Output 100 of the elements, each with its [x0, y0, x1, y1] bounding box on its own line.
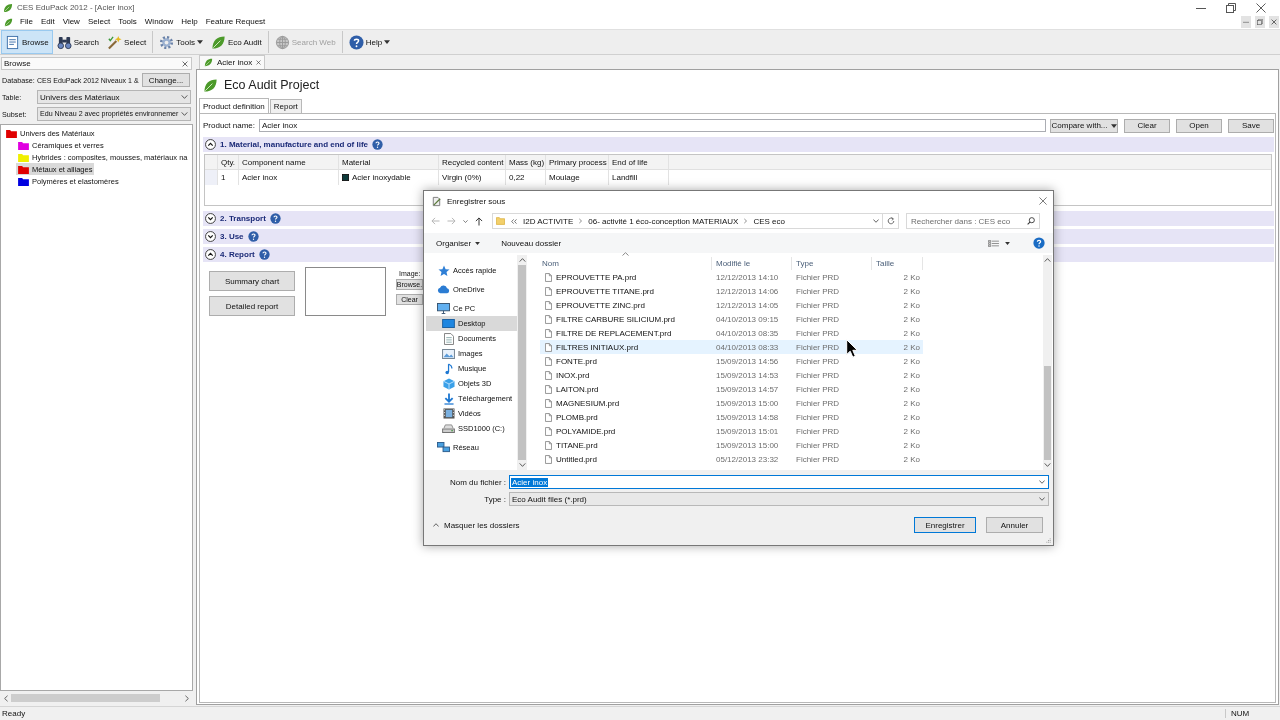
chevron-down-icon[interactable]: [873, 219, 879, 223]
toolbar-button[interactable]: Search: [52, 30, 104, 54]
close-icon[interactable]: [1039, 197, 1047, 205]
scrollbar-thumb[interactable]: [11, 694, 160, 702]
dialog-button[interactable]: Annuler: [986, 517, 1043, 533]
menu-item[interactable]: File: [16, 16, 37, 28]
toolbar-button[interactable]: Select: [103, 30, 151, 54]
file-row[interactable]: MAGNESIUM.prd 15/09/2013 15:00 Fichier PRD 2 Ko: [540, 396, 923, 410]
menu-item[interactable]: Select: [83, 16, 115, 28]
wand-icon: [107, 34, 123, 50]
table-select[interactable]: Univers des Matériaux: [37, 90, 191, 104]
toolbar-button[interactable]: Eco Audit: [206, 30, 266, 54]
caret-icon[interactable]: [1005, 241, 1010, 245]
scrollbar[interactable]: [517, 255, 527, 470]
scrollbar-thumb[interactable]: [518, 265, 526, 460]
file-type-select[interactable]: Eco Audit files (*.prd): [509, 492, 1049, 506]
toolbar-button[interactable]: Organiser: [436, 238, 481, 248]
file-type: Fichier PRD: [796, 356, 840, 366]
menu-item[interactable]: Edit: [36, 16, 59, 28]
file-size: 2 Ko: [903, 426, 920, 436]
column-header[interactable]: Component name: [242, 157, 306, 167]
change-button[interactable]: Change...: [142, 73, 190, 87]
tab[interactable]: Product definition: [199, 98, 269, 113]
file-size: 2 Ko: [903, 342, 920, 352]
column-header[interactable]: Primary process: [549, 157, 607, 167]
scrollbar-thumb[interactable]: [1044, 366, 1051, 460]
file-row[interactable]: EPROUVETTE TITANE.prd 12/12/2013 14:06 Fichier PRD 2 Ko: [540, 284, 923, 298]
report-button[interactable]: Summary chart: [209, 271, 295, 291]
column-header[interactable]: Qty.: [221, 157, 236, 167]
close-icon[interactable]: [256, 60, 262, 65]
menu-item[interactable]: View: [58, 16, 84, 28]
file-row[interactable]: LAITON.prd 15/09/2013 14:57 Fichier PRD 2 Ko: [540, 382, 923, 396]
filename-field[interactable]: Acier inox: [509, 475, 1049, 489]
table-cell: Virgin (0%): [442, 173, 482, 182]
restore-icon: [1257, 19, 1263, 25]
column-header[interactable]: Material: [342, 157, 371, 167]
help-icon[interactable]: [247, 231, 259, 242]
hide-folders-button[interactable]: Masquer les dossiers: [433, 520, 520, 530]
minimize-button[interactable]: [1241, 16, 1251, 28]
file-row[interactable]: TITANE.prd 15/09/2013 15:00 Fichier PRD 2 Ko: [540, 438, 923, 452]
column-header[interactable]: Mass (kg): [509, 157, 545, 167]
column-header[interactable]: Taille: [876, 259, 895, 268]
toolbar-button[interactable]: Help: [344, 30, 395, 54]
help-icon[interactable]: [269, 213, 281, 224]
file-row[interactable]: FILTRE CARBURE SILICIUM.prd 04/10/2013 09:15 Fichier PRD 2 Ko: [540, 312, 923, 326]
refresh-button[interactable]: [883, 213, 899, 229]
menu-item[interactable]: Feature Request: [201, 16, 270, 28]
file-row[interactable]: INOX.prd 15/09/2013 14:53 Fichier PRD 2 Ko: [540, 368, 923, 382]
menu-item[interactable]: Window: [140, 16, 178, 28]
product-name-field[interactable]: Acier inox: [259, 119, 1046, 132]
column-header[interactable]: Nom: [542, 259, 559, 268]
search-field[interactable]: Rechercher dans : CES eco: [906, 213, 1040, 229]
details-view-icon[interactable]: [988, 239, 999, 247]
breadcrumb-item[interactable]: 06- activité 1 éco-conception MATERIAUX: [588, 216, 739, 226]
file-row[interactable]: FILTRE DE REPLACEMENT.prd 04/10/2013 08:35 Fichier PRD 2 Ko: [540, 326, 923, 340]
breadcrumb-item[interactable]: CES eco: [753, 216, 785, 226]
report-button[interactable]: Detailed report: [209, 296, 295, 316]
compare-button[interactable]: Compare with...: [1050, 118, 1118, 133]
close-icon[interactable]: [182, 60, 188, 67]
color-swatch-icon: [342, 174, 349, 181]
file-name: Untitled.prd: [556, 454, 597, 464]
document-tab[interactable]: Acier inox: [199, 55, 266, 69]
help-icon[interactable]: [258, 249, 270, 260]
toolbar-button[interactable]: Tools: [155, 30, 207, 54]
chevron-down-icon[interactable]: [1039, 480, 1045, 484]
toolbar-button[interactable]: Browse: [1, 30, 53, 54]
section-header[interactable]: 1. Material, manufacture and end of life: [203, 137, 1274, 152]
close-button[interactable]: [1269, 16, 1279, 28]
column-header[interactable]: End of life: [612, 157, 648, 167]
dialog-button[interactable]: Enregistrer: [914, 517, 976, 533]
file-row[interactable]: FILTRES INITIAUX.prd 04/10/2013 08:33 Fichier PRD 2 Ko: [540, 340, 923, 354]
arrow-up-icon[interactable]: [475, 216, 483, 226]
restore-icon[interactable]: [1226, 2, 1236, 13]
file-type: Fichier PRD: [796, 440, 840, 450]
chevron-right-icon: [579, 218, 583, 224]
column-header[interactable]: Recycled content: [442, 157, 504, 167]
restore-button[interactable]: [1255, 16, 1265, 28]
breadcrumb-item[interactable]: I2D ACTIVITE: [523, 216, 574, 226]
action-button[interactable]: Open: [1176, 118, 1222, 133]
address-bar[interactable]: I2D ACTIVITE 06- activité 1 éco-conception MATERIAUX CES eco: [492, 213, 883, 229]
file-type: Fichier PRD: [796, 342, 840, 352]
file-row[interactable]: EPROUVETTE PA.prd 12/12/2013 14:10 Fichier PRD 2 Ko: [540, 270, 923, 284]
close-icon[interactable]: [1256, 2, 1266, 13]
menu-item[interactable]: Help: [177, 16, 202, 28]
help-icon[interactable]: [1033, 237, 1045, 249]
file-row[interactable]: PLOMB.prd 15/09/2013 14:58 Fichier PRD 2 Ko: [540, 410, 923, 424]
file-row[interactable]: POLYAMIDE.prd 15/09/2013 15:01 Fichier PRD 2 Ko: [540, 424, 923, 438]
menu-item[interactable]: Tools: [114, 16, 141, 28]
action-button[interactable]: Clear: [1124, 118, 1170, 133]
column-header[interactable]: Modifié le: [716, 259, 751, 268]
toolbar-button[interactable]: Nouveau dossier: [501, 238, 562, 248]
scrollbar[interactable]: [1043, 255, 1052, 470]
file-row[interactable]: EPROUVETTE ZINC.prd 12/12/2013 14:05 Fichier PRD 2 Ko: [540, 298, 923, 312]
file-row[interactable]: Untitled.prd 05/12/2013 23:32 Fichier PRD 2 Ko: [540, 452, 923, 466]
action-button[interactable]: Save: [1228, 118, 1274, 133]
column-header[interactable]: Type: [796, 259, 814, 268]
help-icon[interactable]: [372, 139, 384, 150]
tab[interactable]: Report: [269, 99, 302, 113]
chevron-down-icon[interactable]: [463, 219, 468, 223]
file-row[interactable]: FONTE.prd 15/09/2013 14:56 Fichier PRD 2 Ko: [540, 354, 923, 368]
